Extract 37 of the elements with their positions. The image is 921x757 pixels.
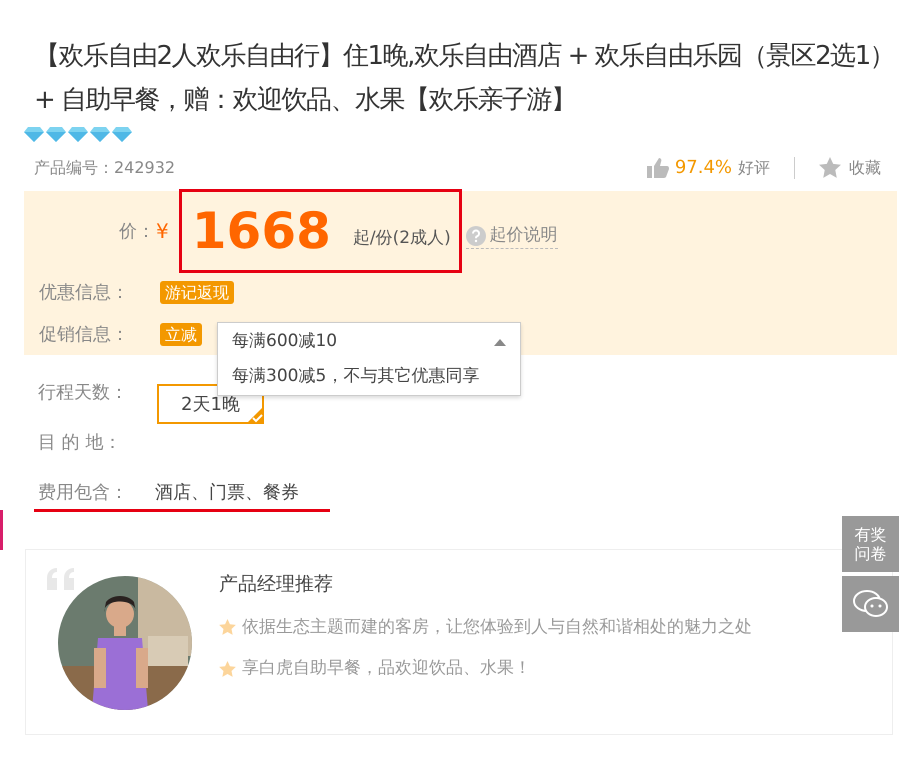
rating-value: 97.4% bbox=[674, 156, 732, 180]
chat-button[interactable] bbox=[842, 576, 899, 632]
chat-icon bbox=[852, 589, 888, 619]
diamond-icon bbox=[68, 126, 88, 142]
promotion-dropdown[interactable]: 每满600减10 每满300减5，不与其它优惠同享 bbox=[217, 322, 521, 396]
detail-value: 酒店、门票、餐券 bbox=[155, 480, 299, 504]
rating-label: 好评 bbox=[738, 156, 770, 178]
price-unit: 起/份(2成人) bbox=[352, 227, 451, 250]
diamond-icon bbox=[90, 126, 110, 142]
offer-tag: 立减 bbox=[160, 322, 202, 346]
dropdown-value: 每满600减10 bbox=[232, 330, 338, 354]
offer-tag: 游记返现 bbox=[160, 280, 234, 304]
star-icon bbox=[219, 660, 236, 677]
diamond-icon bbox=[24, 126, 44, 142]
star-icon bbox=[819, 157, 841, 178]
check-icon bbox=[246, 406, 264, 424]
detail-label: 行程天数： bbox=[37, 380, 129, 404]
recommend-point: 依据生态主题而建的客房，让您体验到人与自然和谐相处的魅力之处 bbox=[242, 616, 752, 638]
currency-symbol: ¥ bbox=[156, 218, 169, 245]
star-icon bbox=[219, 619, 236, 636]
offer-label: 促销信息： bbox=[38, 322, 130, 346]
recommend-point: 享白虎自助早餐，品欢迎饮品、水果！ bbox=[242, 657, 531, 680]
detail-label: 目 的 地： bbox=[37, 430, 122, 454]
detail-label: 费用包含： bbox=[37, 480, 129, 504]
price-label: 价： bbox=[118, 220, 155, 244]
favorite-button[interactable]: 收藏 bbox=[819, 156, 881, 180]
caret-icon bbox=[494, 338, 506, 346]
diamond-icon bbox=[112, 126, 132, 142]
thumbs-up-icon bbox=[646, 158, 669, 178]
offer-label: 优惠信息： bbox=[38, 280, 130, 304]
recommend-title: 产品经理推荐 bbox=[219, 572, 334, 597]
question-icon bbox=[466, 226, 486, 246]
trip-days-option[interactable]: 2天1晚 bbox=[157, 384, 264, 424]
diamond-icon bbox=[46, 126, 66, 142]
product-title: 【欢乐自由2人欢乐自由行】住1晚,欢乐自由酒店 + 欢乐自由乐园（景区2选1） + 自助早餐，赠：欢迎饮品、水果【欢乐亲子游】 bbox=[34, 40, 896, 117]
product-code: 产品编号：242932 bbox=[34, 156, 176, 178]
price-amount: 1668 bbox=[192, 206, 331, 256]
